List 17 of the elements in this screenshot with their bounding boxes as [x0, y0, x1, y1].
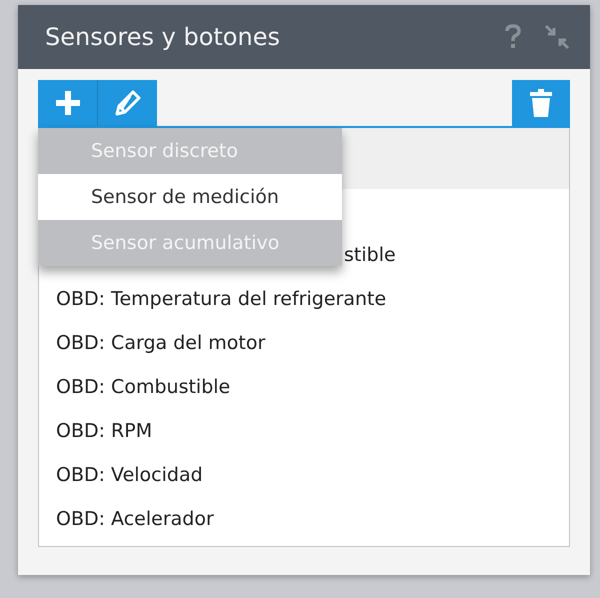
list-item[interactable]: OBD: Acelerador — [56, 504, 214, 534]
menu-item[interactable]: Sensor de medición — [38, 174, 342, 220]
delete-button[interactable] — [512, 80, 570, 126]
edit-button[interactable] — [97, 80, 157, 126]
list-item[interactable]: OBD: Carga del motor — [56, 328, 266, 358]
list-item[interactable]: OBD: Temperatura del refrigerante — [56, 284, 386, 314]
list-item[interactable]: OBD: Combustible — [56, 372, 230, 402]
window-title: Sensores y botones — [45, 22, 281, 53]
list-item[interactable]: OBD: Velocidad — [56, 460, 203, 490]
help-icon[interactable] — [504, 24, 522, 50]
add-button[interactable] — [38, 80, 97, 126]
trash-icon — [529, 88, 553, 118]
pencil-icon — [112, 88, 142, 118]
plus-icon — [54, 89, 82, 117]
list-item[interactable]: OBD: RPM — [56, 416, 152, 446]
list-item[interactable]: stible — [344, 240, 396, 270]
collapse-icon[interactable] — [544, 24, 570, 50]
